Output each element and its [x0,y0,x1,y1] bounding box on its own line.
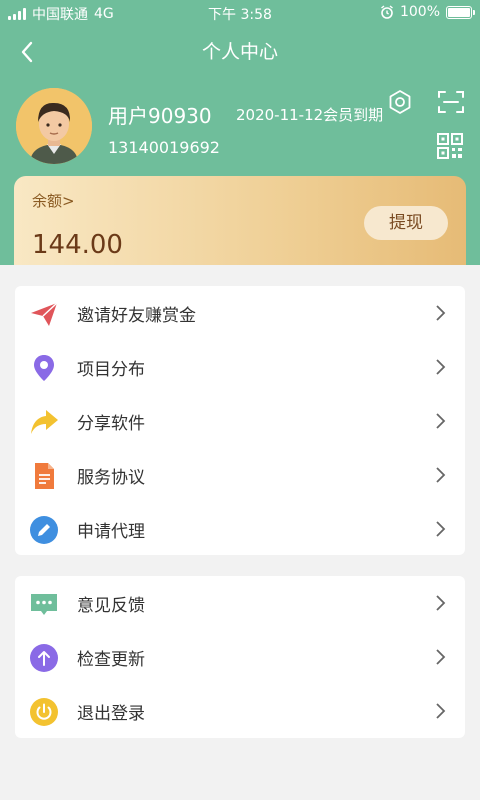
menu-item-label: 分享软件 [77,413,145,434]
phone-number: 13140019692 [108,138,220,157]
chevron-right-icon [436,521,446,537]
upload-arrow-icon [30,644,58,672]
chat-bubble-icon [31,594,57,615]
menu-item-feedback[interactable]: 意见反馈 [15,576,465,630]
chevron-right-icon [436,649,446,665]
menu-group-system: 意见反馈 检查更新 退出登录 [15,576,465,738]
status-right: 100% [380,4,475,20]
menu-item-label: 申请代理 [77,521,145,542]
menu-item-check-update[interactable]: 检查更新 [15,630,465,684]
menu-item-apply-agent[interactable]: 申请代理 [15,502,465,556]
menu-group-main: 邀请好友赚赏金 项目分布 分享软件 服务协议 申请代理 [15,286,465,555]
alarm-icon [381,5,393,19]
menu-item-invite-friends[interactable]: 邀请好友赚赏金 [15,286,465,340]
status-bar: 中国联通 4G 下午 3:58 100% [0,0,480,26]
username: 用户90930 [108,104,212,128]
scan-icon[interactable] [436,88,466,116]
balance-label[interactable]: 余额> [32,190,75,211]
share-arrow-icon [31,410,58,434]
menu-item-label: 服务协议 [77,467,145,488]
menu-item-service-agreement[interactable]: 服务协议 [15,448,465,502]
avatar-face-icon [16,88,92,164]
balance-card: 余额> 144.00 提现 [14,176,466,265]
membership-expiry: 2020-11-12会员到期 [236,106,384,124]
menu-item-label: 项目分布 [77,359,145,380]
menu-item-project-distribution[interactable]: 项目分布 [15,340,465,394]
chevron-right-icon [436,703,446,719]
chevron-right-icon [436,467,446,483]
balance-value: 144.00 [32,230,123,260]
qr-code-icon[interactable] [436,132,464,160]
battery-percent: 100% [399,4,440,20]
menu-item-label: 意见反馈 [77,595,145,616]
chevron-right-icon [436,359,446,375]
battery-icon [446,5,475,19]
chevron-right-icon [436,595,446,611]
settings-icon[interactable] [386,88,414,116]
chevron-right-icon [436,413,446,429]
menu-item-label: 退出登录 [77,703,145,724]
power-icon [30,698,58,726]
menu-item-label: 邀请好友赚赏金 [77,305,196,326]
menu-item-logout[interactable]: 退出登录 [15,684,465,738]
paper-plane-icon [31,302,58,326]
location-pin-icon [34,355,54,381]
avatar[interactable] [16,88,92,164]
menu-item-label: 检查更新 [77,649,145,670]
page-title: 个人中心 [201,41,278,63]
menu-item-share-app[interactable]: 分享软件 [15,394,465,448]
document-icon [35,463,54,489]
chevron-right-icon [436,305,446,321]
pencil-icon [30,516,58,544]
withdraw-button[interactable]: 提现 [364,206,448,240]
